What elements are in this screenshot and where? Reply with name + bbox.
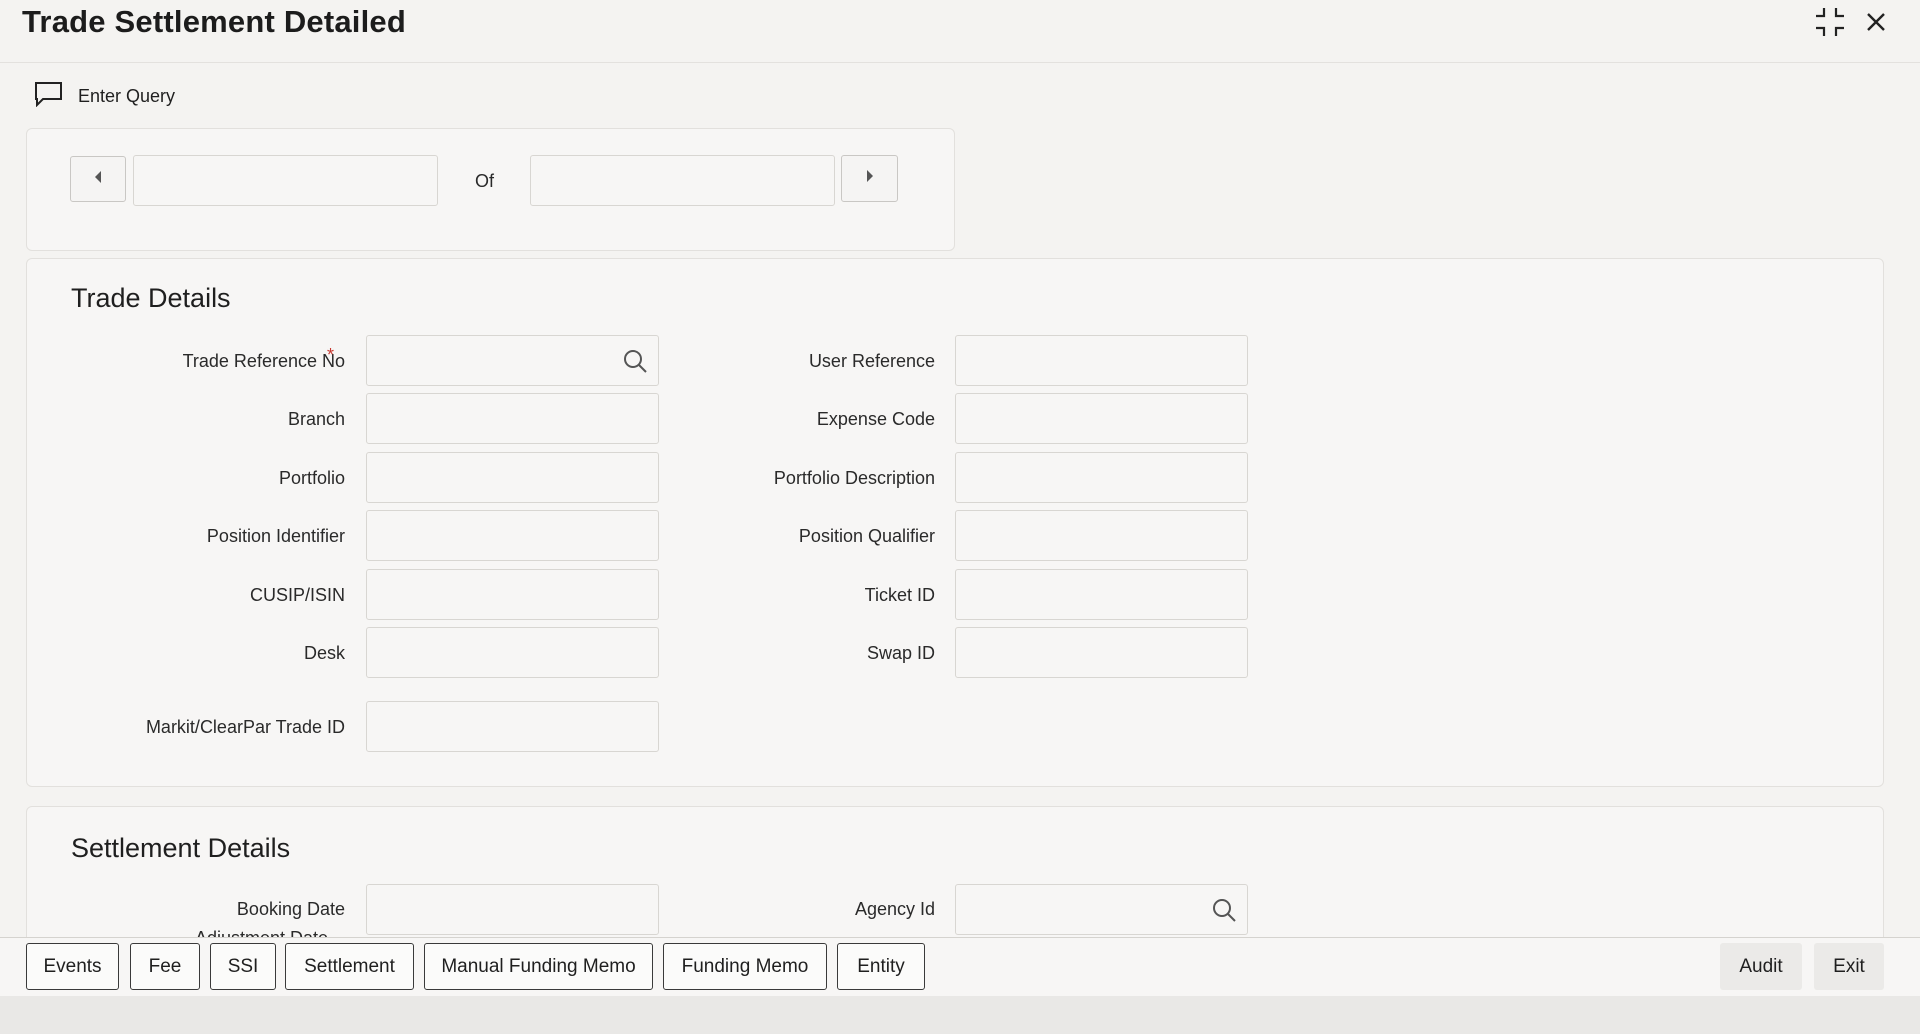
portfolio-label: Portfolio xyxy=(278,468,345,488)
caret-right-icon xyxy=(864,169,876,188)
settlement-button[interactable]: Settlement xyxy=(285,943,414,990)
user-reference-field[interactable] xyxy=(955,335,1248,386)
booking-date-input[interactable] xyxy=(367,885,658,934)
agency-id-input[interactable] xyxy=(956,885,1247,934)
position-identifier-input[interactable] xyxy=(367,511,658,560)
footer-strip xyxy=(0,996,1920,1034)
cusip-isin-field[interactable] xyxy=(366,569,659,620)
position-identifier-field[interactable] xyxy=(366,510,659,561)
user-reference-input[interactable] xyxy=(956,336,1247,385)
position-qualifier-field[interactable] xyxy=(955,510,1248,561)
swap-id-label: Swap ID xyxy=(866,643,935,663)
markit-clearpar-trade-id-label: Markit/ClearPar Trade ID xyxy=(145,717,345,737)
ssi-button[interactable]: SSI xyxy=(210,943,276,990)
exit-button[interactable]: Exit xyxy=(1814,943,1884,990)
booking-date-field[interactable] xyxy=(366,884,659,935)
total-records-input[interactable] xyxy=(531,156,834,205)
adjustment-date-label: Adjustment Date xyxy=(195,928,328,937)
ticket-id-field[interactable] xyxy=(955,569,1248,620)
desk-input[interactable] xyxy=(367,628,658,677)
expense-code-label: Expense Code xyxy=(816,409,935,429)
markit-clearpar-trade-id-field[interactable] xyxy=(366,701,659,752)
trade-reference-no-input[interactable] xyxy=(367,336,658,385)
close-icon[interactable] xyxy=(1858,4,1894,40)
window-title: Trade Settlement Detailed xyxy=(22,4,407,39)
funding-memo-button[interactable]: Funding Memo xyxy=(663,943,827,990)
agency-id-label: Agency Id xyxy=(854,899,935,919)
minimize-icon[interactable] xyxy=(1812,4,1848,40)
user-reference-label: User Reference xyxy=(808,351,935,371)
portfolio-description-input[interactable] xyxy=(956,453,1247,502)
portfolio-description-label: Portfolio Description xyxy=(773,468,935,488)
portfolio-description-field[interactable] xyxy=(955,452,1248,503)
position-identifier-label: Position Identifier xyxy=(206,526,345,546)
desk-field[interactable] xyxy=(366,627,659,678)
cusip-isin-input[interactable] xyxy=(367,570,658,619)
trade-details-panel: Trade Details Trade Reference No * Branc… xyxy=(26,258,1884,787)
window-header: Trade Settlement Detailed xyxy=(0,0,1920,63)
events-button[interactable]: Events xyxy=(26,943,119,990)
markit-clearpar-trade-id-input[interactable] xyxy=(367,702,658,751)
total-records-field[interactable] xyxy=(530,155,835,206)
expense-code-input[interactable] xyxy=(956,394,1247,443)
ticket-id-label: Ticket ID xyxy=(864,585,935,605)
fee-button[interactable]: Fee xyxy=(130,943,200,990)
agency-id-field[interactable] xyxy=(955,884,1248,935)
position-qualifier-input[interactable] xyxy=(956,511,1247,560)
entity-button[interactable]: Entity xyxy=(837,943,925,990)
current-record-field[interactable] xyxy=(133,155,438,206)
enter-query-label: Enter Query xyxy=(78,85,176,106)
trade-reference-no-label: Trade Reference No xyxy=(182,351,345,371)
required-indicator: * xyxy=(327,345,335,365)
of-label: Of xyxy=(475,171,495,191)
portfolio-input[interactable] xyxy=(367,453,658,502)
trade-details-title: Trade Details xyxy=(71,283,231,313)
desk-label: Desk xyxy=(303,643,345,663)
previous-record-button[interactable] xyxy=(70,156,126,202)
settlement-details-title: Settlement Details xyxy=(71,833,291,863)
branch-field[interactable] xyxy=(366,393,659,444)
record-pager: Of xyxy=(26,128,955,251)
branch-label: Branch xyxy=(287,409,345,429)
swap-id-field[interactable] xyxy=(955,627,1248,678)
caret-left-icon xyxy=(92,170,104,189)
comment-icon xyxy=(34,81,64,112)
swap-id-input[interactable] xyxy=(956,628,1247,677)
portfolio-field[interactable] xyxy=(366,452,659,503)
expense-code-field[interactable] xyxy=(955,393,1248,444)
branch-input[interactable] xyxy=(367,394,658,443)
current-record-input[interactable] xyxy=(134,156,437,205)
booking-date-label: Booking Date xyxy=(236,899,345,919)
search-icon[interactable] xyxy=(1211,897,1237,923)
search-icon[interactable] xyxy=(622,348,648,374)
trade-reference-no-field[interactable] xyxy=(366,335,659,386)
cusip-isin-label: CUSIP/ISIN xyxy=(249,585,345,605)
manual-funding-memo-button[interactable]: Manual Funding Memo xyxy=(424,943,653,990)
audit-button[interactable]: Audit xyxy=(1720,943,1802,990)
ticket-id-input[interactable] xyxy=(956,570,1247,619)
next-record-button[interactable] xyxy=(841,155,898,202)
enter-query-button[interactable]: Enter Query xyxy=(34,80,175,112)
position-qualifier-label: Position Qualifier xyxy=(798,526,935,546)
